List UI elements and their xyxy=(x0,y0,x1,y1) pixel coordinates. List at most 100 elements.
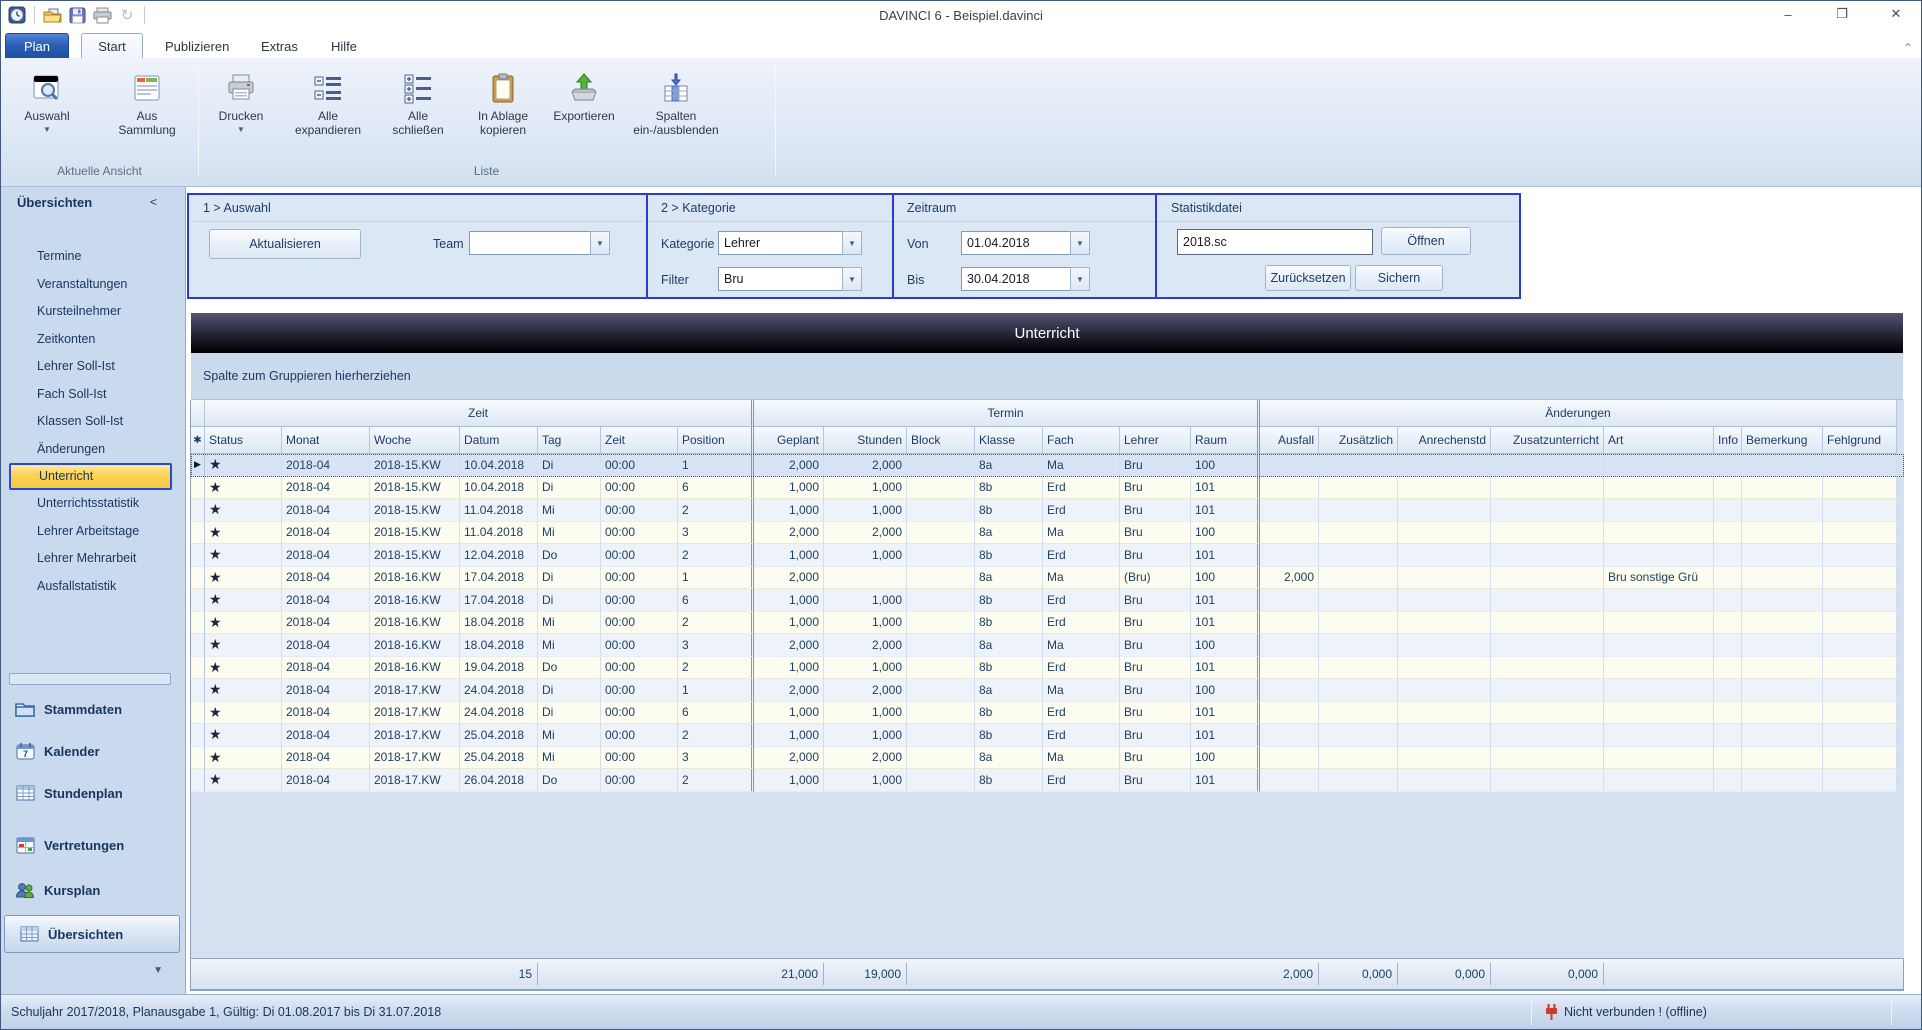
sidebar-item-fach-soll-ist[interactable]: Fach Soll-Ist xyxy=(1,381,186,409)
cell-raum: 100 xyxy=(1191,454,1260,477)
ribbon-collapse-chevron-icon[interactable]: ⌃ xyxy=(1903,41,1913,55)
table-row[interactable]: ★ 2018-04 2018-16.KW 18.04.2018 Mi 00:00 3 2,00… xyxy=(191,634,1904,657)
team-select[interactable] xyxy=(469,231,591,255)
sidebar-item-unterrichtsstatistik[interactable]: Unterrichtsstatistik xyxy=(1,490,186,518)
column-header-zeit[interactable]: Zeit xyxy=(601,427,678,454)
table-row[interactable]: ★ 2018-04 2018-16.KW 18.04.2018 Mi 00:00 2 1,00… xyxy=(191,611,1904,634)
column-header-lehrer[interactable]: Lehrer xyxy=(1120,427,1191,454)
kategorie-select-arrow-icon[interactable]: ▼ xyxy=(842,231,862,255)
table-row[interactable]: ★ 2018-04 2018-17.KW 24.04.2018 Di 00:00 1 2,00… xyxy=(191,679,1904,702)
minimize-button[interactable]: – xyxy=(1771,3,1805,25)
close-button[interactable]: ✕ xyxy=(1879,3,1913,25)
band-header-indicator[interactable] xyxy=(191,400,205,427)
table-row[interactable]: ★ 2018-04 2018-16.KW 17.04.2018 Di 00:00 6 1,00… xyxy=(191,589,1904,612)
sidebar-item-zeitkonten[interactable]: Zeitkonten xyxy=(1,326,186,354)
cell-zusatzunterricht xyxy=(1491,769,1604,792)
sidebar-item-lehrer-arbeitstage[interactable]: Lehrer Arbeitstage xyxy=(1,518,186,546)
module-stammdaten[interactable]: Stammdaten xyxy=(1,694,186,724)
sidebar-item-veranstaltungen[interactable]: Veranstaltungen xyxy=(1,271,186,299)
tab-publizieren[interactable]: Publizieren xyxy=(153,33,241,59)
zuruecksetzen-button[interactable]: Zurücksetzen xyxy=(1265,265,1351,291)
sidebar-item-termine[interactable]: Termine xyxy=(1,243,186,271)
table-row[interactable]: ★ 2018-04 2018-15.KW 10.04.2018 Di 00:00 6 1,00… xyxy=(191,476,1904,499)
table-row[interactable]: ★ 2018-04 2018-16.KW 19.04.2018 Do 00:00 2 1,00… xyxy=(191,656,1904,679)
team-select-arrow-icon[interactable]: ▼ xyxy=(590,231,610,255)
column-header-woche[interactable]: Woche xyxy=(370,427,460,454)
column-header-fach[interactable]: Fach xyxy=(1043,427,1120,454)
sidebar-config-chevron-icon[interactable]: ▼ xyxy=(153,965,163,976)
cell-anrechenstd xyxy=(1398,746,1491,769)
bis-date-arrow-icon[interactable]: ▼ xyxy=(1070,267,1090,291)
von-date-arrow-icon[interactable]: ▼ xyxy=(1070,231,1090,255)
sidebar-item-lehrer-soll-ist[interactable]: Lehrer Soll-Ist xyxy=(1,353,186,381)
band-header-änderungen[interactable]: Änderungen xyxy=(1260,400,1897,427)
tab-extras[interactable]: Extras xyxy=(249,33,310,59)
tab-start[interactable]: Start xyxy=(81,33,143,59)
open-folder-icon[interactable] xyxy=(42,5,62,25)
column-header-bemerkung[interactable]: Bemerkung xyxy=(1742,427,1823,454)
save-icon[interactable] xyxy=(67,5,87,25)
cell-monat: 2018-04 xyxy=(282,521,370,544)
table-row[interactable]: ★ 2018-04 2018-15.KW 11.04.2018 Mi 00:00 2 1,00… xyxy=(191,499,1904,522)
column-header-indicator[interactable]: ✱ xyxy=(191,427,205,454)
cell-datum: 18.04.2018 xyxy=(460,611,538,634)
column-header-zusaetzlich[interactable]: Zusätzlich xyxy=(1319,427,1398,454)
column-header-zusatzunterricht[interactable]: Zusatzunterricht xyxy=(1491,427,1604,454)
band-header-zeit[interactable]: Zeit xyxy=(205,400,754,427)
column-header-geplant[interactable]: Geplant xyxy=(754,427,824,454)
statistikdatei-input[interactable]: 2018.sc xyxy=(1177,229,1373,255)
table-row[interactable]: ★ 2018-04 2018-17.KW 24.04.2018 Di 00:00 6 1,00… xyxy=(191,701,1904,724)
sidebar-item-lehrer-mehrarbeit[interactable]: Lehrer Mehrarbeit xyxy=(1,545,186,573)
table-row[interactable]: ★ 2018-04 2018-15.KW 12.04.2018 Do 00:00 2 1,00… xyxy=(191,544,1904,567)
column-header-fehlgrund[interactable]: Fehlgrund xyxy=(1823,427,1897,454)
table-row[interactable]: ★ 2018-04 2018-15.KW 11.04.2018 Mi 00:00 3 2,00… xyxy=(191,521,1904,544)
bis-date-field[interactable]: 30.04.2018 xyxy=(961,267,1071,291)
sidebar-item--nderungen[interactable]: Änderungen xyxy=(1,436,186,464)
table-row[interactable]: ★ 2018-04 2018-17.KW 25.04.2018 Mi 00:00 3 2,00… xyxy=(191,746,1904,769)
column-header-monat[interactable]: Monat xyxy=(282,427,370,454)
sidebar-item-unterricht[interactable]: Unterricht xyxy=(9,463,172,490)
column-header-anrechenstd[interactable]: Anrechenstd xyxy=(1398,427,1491,454)
restore-button[interactable]: ❐ xyxy=(1825,3,1859,25)
cell-klasse: 8b xyxy=(975,589,1043,612)
column-header-datum[interactable]: Datum xyxy=(460,427,538,454)
module-vertretungen[interactable]: Vertretungen xyxy=(1,830,186,860)
cell-info xyxy=(1714,656,1742,679)
module-kalender[interactable]: 7 Kalender xyxy=(1,736,186,766)
sidebar-splitter-handle[interactable] xyxy=(9,673,171,685)
table-row[interactable]: ★ 2018-04 2018-16.KW 17.04.2018 Di 00:00 1 2,00… xyxy=(191,566,1904,589)
column-header-tag[interactable]: Tag xyxy=(538,427,601,454)
column-header-raum[interactable]: Raum xyxy=(1191,427,1260,454)
column-header-ausfall[interactable]: Ausfall xyxy=(1260,427,1319,454)
table-row[interactable]: ★ 2018-04 2018-17.KW 25.04.2018 Mi 00:00 2 1,00… xyxy=(191,724,1904,747)
tab-hilfe[interactable]: Hilfe xyxy=(319,33,369,59)
table-row[interactable]: ★ 2018-04 2018-17.KW 26.04.2018 Do 00:00 2 1,00… xyxy=(191,769,1904,792)
sidebar-item-ausfallstatistik[interactable]: Ausfallstatistik xyxy=(1,573,186,601)
sidebar-item-kursteilnehmer[interactable]: Kursteilnehmer xyxy=(1,298,186,326)
sichern-button[interactable]: Sichern xyxy=(1355,265,1443,291)
sidebar-collapse-icon[interactable]: < xyxy=(150,195,157,209)
filter-select-arrow-icon[interactable]: ▼ xyxy=(842,267,862,291)
tab-plan[interactable]: Plan xyxy=(5,33,69,59)
group-by-band[interactable]: Spalte zum Gruppieren hierherziehen xyxy=(191,353,1903,400)
oeffnen-button[interactable]: Öffnen xyxy=(1381,227,1471,255)
column-header-klasse[interactable]: Klasse xyxy=(975,427,1043,454)
module-kursplan[interactable]: Kursplan xyxy=(1,875,186,905)
column-header-position[interactable]: Position xyxy=(678,427,754,454)
module-uebersichten[interactable]: Übersichten xyxy=(4,915,180,953)
column-header-stunden[interactable]: Stunden xyxy=(824,427,907,454)
table-row[interactable]: ▶ ★ 2018-04 2018-15.KW 10.04.2018 Di 00:00 1 2,0… xyxy=(191,454,1904,477)
von-date-field[interactable]: 01.04.2018 xyxy=(961,231,1071,255)
sidebar-item-klassen-soll-ist[interactable]: Klassen Soll-Ist xyxy=(1,408,186,436)
column-header-status[interactable]: Status xyxy=(205,427,282,454)
kategorie-select[interactable]: Lehrer xyxy=(718,231,843,255)
column-header-block[interactable]: Block xyxy=(907,427,975,454)
app-logo-icon[interactable] xyxy=(7,5,27,25)
module-stundenplan[interactable]: Stundenplan xyxy=(1,778,186,808)
filter-select[interactable]: Bru xyxy=(718,267,843,291)
aktualisieren-button[interactable]: Aktualisieren xyxy=(209,229,361,259)
column-header-info[interactable]: Info xyxy=(1714,427,1742,454)
print-icon[interactable] xyxy=(92,5,112,25)
column-header-art[interactable]: Art xyxy=(1604,427,1714,454)
band-header-termin[interactable]: Termin xyxy=(754,400,1260,427)
